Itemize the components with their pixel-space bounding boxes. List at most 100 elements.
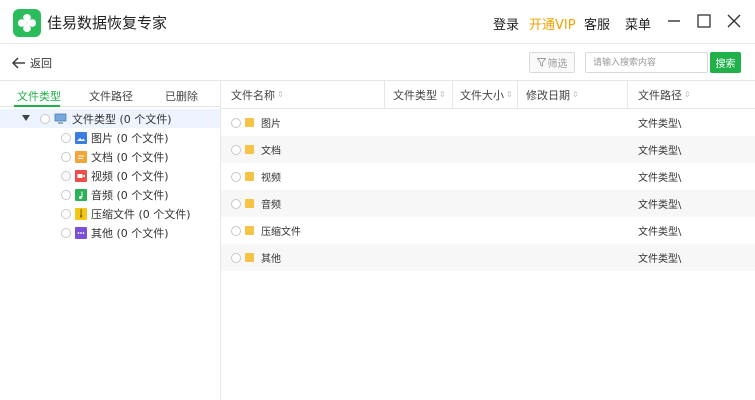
tree-item-label: 其他 (0 个文件) [91, 226, 169, 240]
column-header-size[interactable]: 文件大小 ⇕ [460, 81, 513, 109]
row-name: 文档 [261, 146, 281, 157]
row-radio[interactable] [231, 144, 241, 155]
column-header-type[interactable]: 文件类型 ⇕ [393, 81, 446, 109]
table-row[interactable]: 文档 文件类型\ [221, 136, 755, 163]
table-row[interactable]: 其他 文件类型\ [221, 244, 755, 271]
document-icon [75, 150, 87, 163]
row-path: 文件类型\ [638, 200, 682, 211]
close-button[interactable] [725, 12, 743, 30]
customer-service-link[interactable]: 客服 [584, 14, 610, 33]
table-row[interactable]: 压缩文件 文件类型\ [221, 217, 755, 244]
maximize-button[interactable] [695, 12, 713, 30]
row-name: 音频 [261, 200, 281, 211]
column-header-path[interactable]: 文件路径 ⇕ [638, 81, 691, 109]
row-radio[interactable] [231, 198, 241, 209]
sort-icon: ⇕ [572, 90, 579, 99]
maximize-icon [697, 14, 711, 28]
sort-icon: ⇕ [506, 90, 513, 99]
folder-icon [245, 226, 254, 235]
tab-file-type[interactable]: 文件类型 [17, 88, 61, 104]
category-tabs: 文件类型 文件路径 已删除 [0, 81, 220, 107]
tree-item-label: 音频 (0 个文件) [91, 188, 169, 202]
tree-radio[interactable] [61, 170, 71, 181]
column-header-name[interactable]: 文件名称 ⇕ [231, 81, 284, 109]
sort-icon: ⇕ [684, 90, 691, 99]
tree-radio[interactable] [61, 208, 71, 219]
row-name: 图片 [261, 119, 281, 130]
row-radio[interactable] [231, 252, 241, 263]
app-logo-icon [13, 9, 41, 37]
row-path: 文件类型\ [638, 173, 682, 184]
archive-icon [75, 207, 87, 220]
column-divider[interactable] [627, 81, 628, 109]
table-row[interactable]: 视频 文件类型\ [221, 163, 755, 190]
audio-icon [75, 188, 87, 201]
filter-label: 筛选 [547, 59, 568, 70]
tree-item-archives[interactable]: 压缩文件 (0 个文件) [61, 204, 191, 223]
filter-button[interactable]: 筛选 [529, 52, 575, 73]
title-bar: 佳易数据恢复专家 登录 开通VIP 客服 菜单 [0, 0, 755, 44]
folder-icon [245, 145, 254, 154]
tree-item-audio[interactable]: 音频 (0 个文件) [61, 185, 169, 204]
tree-item-label: 视频 (0 个文件) [91, 169, 169, 183]
tree-item-images[interactable]: 图片 (0 个文件) [61, 128, 169, 147]
tree-item-documents[interactable]: 文档 (0 个文件) [61, 147, 169, 166]
folder-icon [245, 253, 254, 262]
app-title: 佳易数据恢复专家 [47, 14, 168, 32]
tree-item-label: 压缩文件 (0 个文件) [91, 207, 191, 221]
column-header-date[interactable]: 修改日期 ⇕ [526, 81, 579, 109]
sort-icon: ⇕ [439, 90, 446, 99]
file-table: 文件名称 ⇕ 文件类型 ⇕ 文件大小 ⇕ 修改日期 ⇕ 文件路径 ⇕ 图片 文件类型\ [221, 81, 755, 400]
minimize-button[interactable] [665, 12, 683, 30]
table-header: 文件名称 ⇕ 文件类型 ⇕ 文件大小 ⇕ 修改日期 ⇕ 文件路径 ⇕ [221, 81, 755, 109]
tree-radio[interactable] [40, 113, 50, 124]
tree-radio[interactable] [61, 132, 71, 143]
row-name: 视频 [261, 173, 281, 184]
image-icon [75, 131, 87, 144]
video-icon [75, 169, 87, 182]
toolbar: 返回 筛选 搜索 [0, 44, 755, 81]
close-icon [727, 14, 741, 28]
menu-link[interactable]: 菜单 [625, 14, 651, 33]
sort-icon: ⇕ [277, 90, 284, 99]
tree-item-label: 图片 (0 个文件) [91, 131, 169, 145]
row-path: 文件类型\ [638, 227, 682, 238]
tree-item-videos[interactable]: 视频 (0 个文件) [61, 166, 169, 185]
other-icon [75, 226, 87, 239]
column-divider[interactable] [517, 81, 518, 109]
filter-icon [536, 58, 546, 67]
row-radio[interactable] [231, 225, 241, 236]
row-path: 文件类型\ [638, 146, 682, 157]
table-row[interactable]: 音频 文件类型\ [221, 190, 755, 217]
column-divider[interactable] [384, 81, 385, 109]
back-button[interactable]: 返回 [12, 54, 52, 72]
tree-item-file-type-root[interactable]: 文件类型 (0 个文件) [40, 109, 172, 128]
tree-radio[interactable] [61, 189, 71, 200]
row-name: 压缩文件 [261, 227, 301, 238]
computer-icon [54, 113, 68, 125]
folder-icon [245, 199, 254, 208]
row-path: 文件类型\ [638, 254, 682, 265]
collapse-arrow-icon[interactable] [22, 115, 30, 121]
vip-link[interactable]: 开通VIP [529, 14, 576, 33]
active-tab-indicator [14, 105, 60, 107]
table-row[interactable]: 图片 文件类型\ [221, 109, 755, 136]
search-input[interactable] [585, 52, 708, 73]
row-radio[interactable] [231, 117, 241, 128]
folder-icon [245, 172, 254, 181]
row-radio[interactable] [231, 171, 241, 182]
tree-radio[interactable] [61, 151, 71, 162]
tree-radio[interactable] [61, 227, 71, 238]
back-label: 返回 [30, 57, 52, 70]
tab-deleted[interactable]: 已删除 [165, 88, 198, 104]
login-link[interactable]: 登录 [493, 14, 519, 33]
row-path: 文件类型\ [638, 119, 682, 130]
tree-root-label: 文件类型 (0 个文件) [72, 112, 172, 126]
column-divider[interactable] [452, 81, 453, 109]
tree-item-label: 文档 (0 个文件) [91, 150, 169, 164]
minimize-icon [668, 20, 680, 22]
tree-item-other[interactable]: 其他 (0 个文件) [61, 223, 169, 242]
row-name: 其他 [261, 254, 281, 265]
tab-file-path[interactable]: 文件路径 [89, 88, 133, 104]
search-button[interactable]: 搜索 [710, 52, 741, 73]
